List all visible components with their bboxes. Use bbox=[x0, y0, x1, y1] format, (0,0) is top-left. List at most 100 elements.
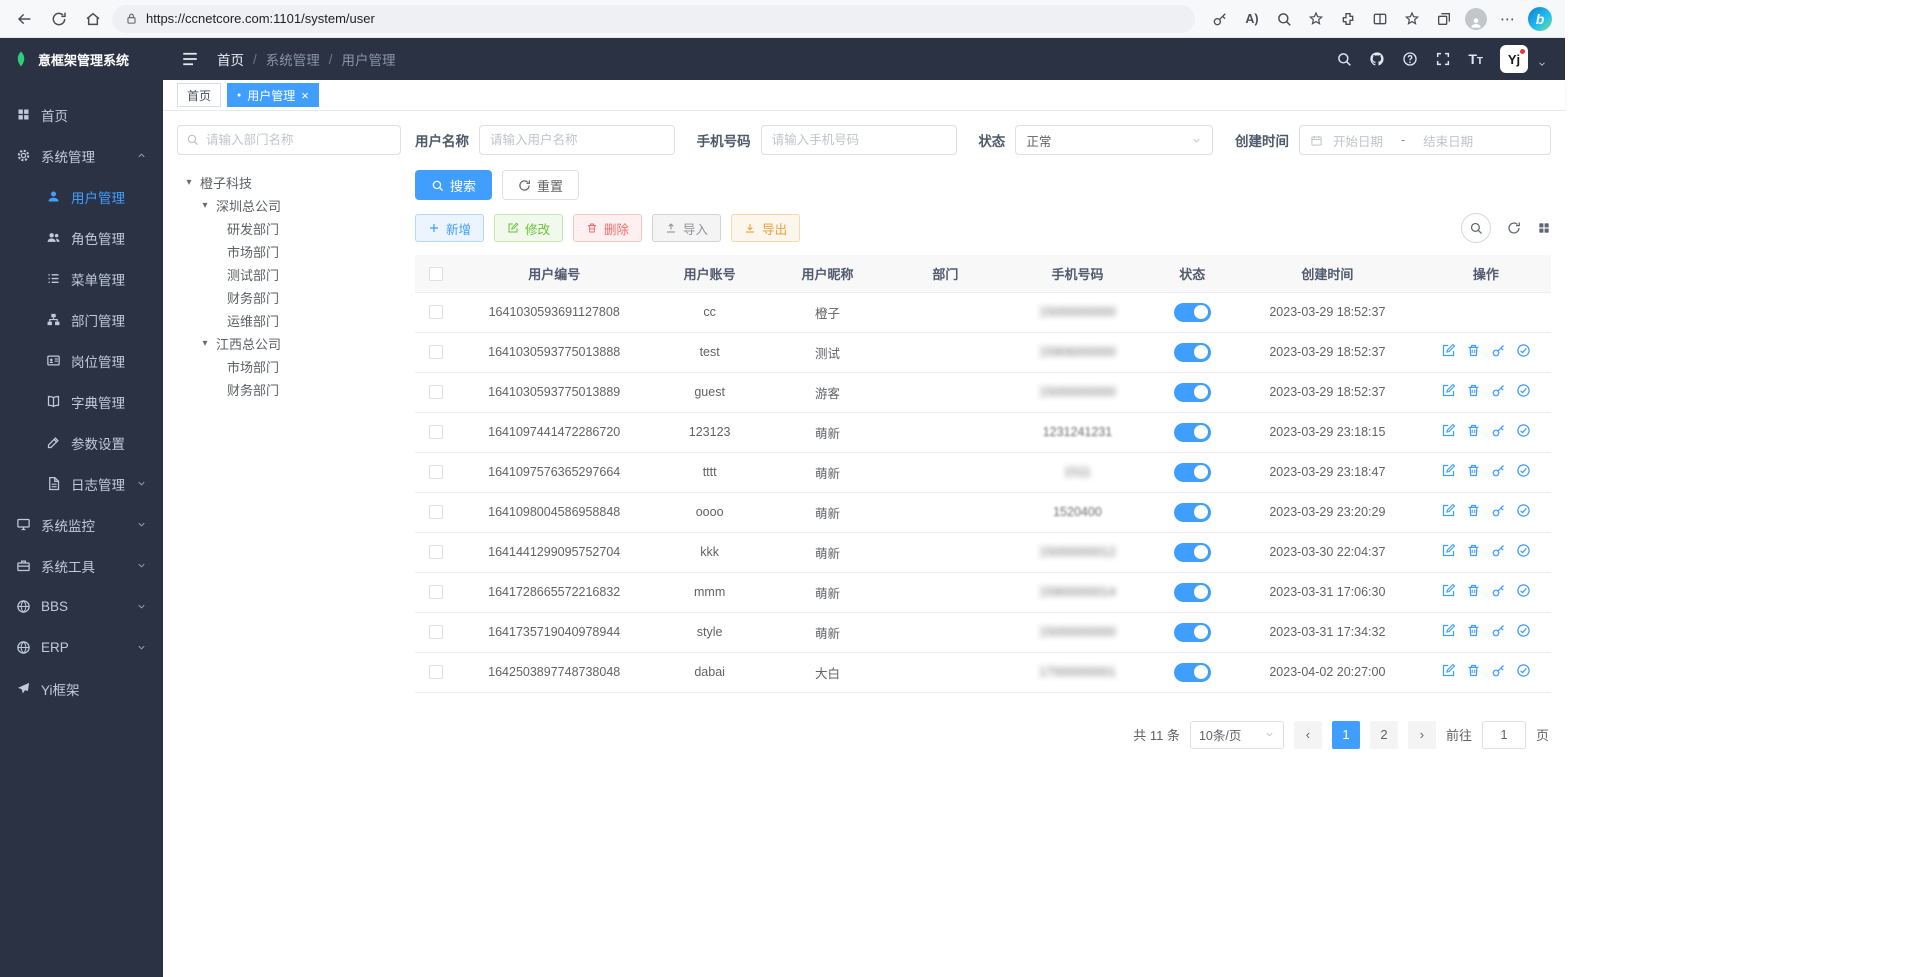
status-toggle[interactable] bbox=[1174, 383, 1211, 402]
breadcrumb-system[interactable]: 系统管理 bbox=[266, 49, 320, 69]
split-screen-button[interactable] bbox=[1365, 5, 1395, 33]
sidebar-item-bbs[interactable]: BBS bbox=[0, 586, 163, 627]
delete-button[interactable]: 删除 bbox=[573, 214, 642, 242]
edit-icon[interactable] bbox=[1441, 423, 1456, 438]
tree-node-branch[interactable]: ▾ 江西总公司 bbox=[177, 332, 401, 355]
row-checkbox[interactable] bbox=[429, 585, 443, 599]
page-button-2[interactable]: 2 bbox=[1370, 721, 1398, 749]
delete-icon[interactable] bbox=[1466, 343, 1481, 358]
sidebar-item-tools[interactable]: 系统工具 bbox=[0, 545, 163, 586]
caret-down-icon[interactable]: ▾ bbox=[199, 200, 211, 211]
next-page-button[interactable]: › bbox=[1408, 721, 1436, 749]
reset-password-icon[interactable] bbox=[1491, 623, 1506, 638]
reset-password-icon[interactable] bbox=[1491, 543, 1506, 558]
bing-copilot-button[interactable]: b bbox=[1525, 5, 1555, 33]
search-button[interactable]: 搜索 bbox=[415, 170, 492, 200]
edit-icon[interactable] bbox=[1441, 583, 1456, 598]
caret-down-icon[interactable]: ▾ bbox=[199, 338, 211, 349]
edit-icon[interactable] bbox=[1441, 663, 1456, 678]
tree-node-leaf[interactable]: 财务部门 bbox=[177, 286, 401, 309]
assign-role-icon[interactable] bbox=[1516, 503, 1531, 518]
tree-node-leaf[interactable]: 市场部门 bbox=[177, 355, 401, 378]
fullscreen-icon[interactable] bbox=[1435, 51, 1451, 67]
collections-button[interactable] bbox=[1429, 5, 1459, 33]
sidebar-item-post-mgmt[interactable]: 岗位管理 bbox=[0, 340, 163, 381]
delete-icon[interactable] bbox=[1466, 503, 1481, 518]
tree-node-leaf[interactable]: 市场部门 bbox=[177, 240, 401, 263]
status-select[interactable]: 正常 bbox=[1015, 125, 1213, 155]
delete-icon[interactable] bbox=[1466, 543, 1481, 558]
app-logo[interactable]: 意框架管理系统 bbox=[0, 38, 163, 80]
edit-icon[interactable] bbox=[1441, 383, 1456, 398]
phone-input[interactable] bbox=[761, 125, 957, 155]
url-text[interactable]: https://ccnetcore.com:1101/system/user bbox=[146, 11, 375, 26]
sidebar-item-dept-mgmt[interactable]: 部门管理 bbox=[0, 299, 163, 340]
username-input[interactable] bbox=[479, 125, 675, 155]
reset-password-icon[interactable] bbox=[1491, 343, 1506, 358]
sidebar-collapse-icon[interactable] bbox=[181, 50, 199, 68]
sidebar-item-system[interactable]: 系统管理 bbox=[0, 135, 163, 176]
assign-role-icon[interactable] bbox=[1516, 383, 1531, 398]
row-checkbox[interactable] bbox=[429, 465, 443, 479]
browser-menu-button[interactable]: ⋯ bbox=[1493, 5, 1523, 33]
reset-password-icon[interactable] bbox=[1491, 663, 1506, 678]
sidebar-item-log-mgmt[interactable]: 日志管理 bbox=[0, 463, 163, 504]
delete-icon[interactable] bbox=[1466, 383, 1481, 398]
reset-password-icon[interactable] bbox=[1491, 383, 1506, 398]
status-toggle[interactable] bbox=[1174, 543, 1211, 562]
sidebar-item-param-settings[interactable]: 参数设置 bbox=[0, 422, 163, 463]
sidebar-item-yi-framework[interactable]: Yi框架 bbox=[0, 668, 163, 709]
back-button[interactable] bbox=[10, 5, 40, 33]
close-icon[interactable]: × bbox=[301, 89, 309, 102]
tab-home[interactable]: 首页 bbox=[177, 83, 221, 107]
edit-icon[interactable] bbox=[1441, 343, 1456, 358]
tree-node-root[interactable]: ▾ 橙子科技 bbox=[177, 171, 401, 194]
sidebar-item-home[interactable]: 首页 bbox=[0, 94, 163, 135]
read-aloud-button[interactable]: A) bbox=[1237, 5, 1267, 33]
user-brand-badge[interactable]: Yj bbox=[1500, 45, 1528, 73]
edit-icon[interactable] bbox=[1441, 503, 1456, 518]
row-checkbox[interactable] bbox=[429, 665, 443, 679]
row-checkbox[interactable] bbox=[429, 625, 443, 639]
status-toggle[interactable] bbox=[1174, 463, 1211, 482]
edit-icon[interactable] bbox=[1441, 543, 1456, 558]
status-toggle[interactable] bbox=[1174, 423, 1211, 442]
sidebar-item-role-mgmt[interactable]: 角色管理 bbox=[0, 217, 163, 258]
zoom-button[interactable] bbox=[1269, 5, 1299, 33]
assign-role-icon[interactable] bbox=[1516, 343, 1531, 358]
delete-icon[interactable] bbox=[1466, 623, 1481, 638]
row-checkbox[interactable] bbox=[429, 505, 443, 519]
row-checkbox[interactable] bbox=[429, 345, 443, 359]
font-size-icon[interactable]: T T bbox=[1468, 51, 1483, 67]
profile-button[interactable] bbox=[1461, 5, 1491, 33]
reset-button[interactable]: 重置 bbox=[502, 170, 579, 200]
tree-node-leaf[interactable]: 测试部门 bbox=[177, 263, 401, 286]
status-toggle[interactable] bbox=[1174, 623, 1211, 642]
add-button[interactable]: 新增 bbox=[415, 214, 484, 242]
dept-search-input[interactable] bbox=[177, 125, 401, 155]
tree-node-leaf[interactable]: 研发部门 bbox=[177, 217, 401, 240]
sidebar-item-menu-mgmt[interactable]: 菜单管理 bbox=[0, 258, 163, 299]
page-button-1[interactable]: 1 bbox=[1332, 721, 1360, 749]
delete-icon[interactable] bbox=[1466, 663, 1481, 678]
goto-page-input[interactable] bbox=[1482, 721, 1526, 749]
status-toggle[interactable] bbox=[1174, 343, 1211, 362]
assign-role-icon[interactable] bbox=[1516, 543, 1531, 558]
assign-role-icon[interactable] bbox=[1516, 583, 1531, 598]
toggle-search-button[interactable] bbox=[1461, 213, 1491, 243]
status-toggle[interactable] bbox=[1174, 583, 1211, 602]
caret-down-icon[interactable]: ▾ bbox=[183, 177, 195, 188]
status-toggle[interactable] bbox=[1174, 503, 1211, 522]
delete-icon[interactable] bbox=[1466, 423, 1481, 438]
delete-icon[interactable] bbox=[1466, 463, 1481, 478]
modify-button[interactable]: 修改 bbox=[494, 214, 563, 242]
github-icon[interactable] bbox=[1369, 51, 1385, 67]
row-checkbox[interactable] bbox=[429, 545, 443, 559]
select-all-checkbox[interactable] bbox=[429, 267, 443, 281]
tab-user-mgmt[interactable]: ● 用户管理 × bbox=[227, 83, 319, 107]
address-bar[interactable]: https://ccnetcore.com:1101/system/user bbox=[112, 5, 1195, 33]
extensions-button[interactable] bbox=[1333, 5, 1363, 33]
tree-node-leaf[interactable]: 财务部门 bbox=[177, 378, 401, 401]
delete-icon[interactable] bbox=[1466, 583, 1481, 598]
page-size-select[interactable]: 10条/页 bbox=[1190, 721, 1284, 749]
